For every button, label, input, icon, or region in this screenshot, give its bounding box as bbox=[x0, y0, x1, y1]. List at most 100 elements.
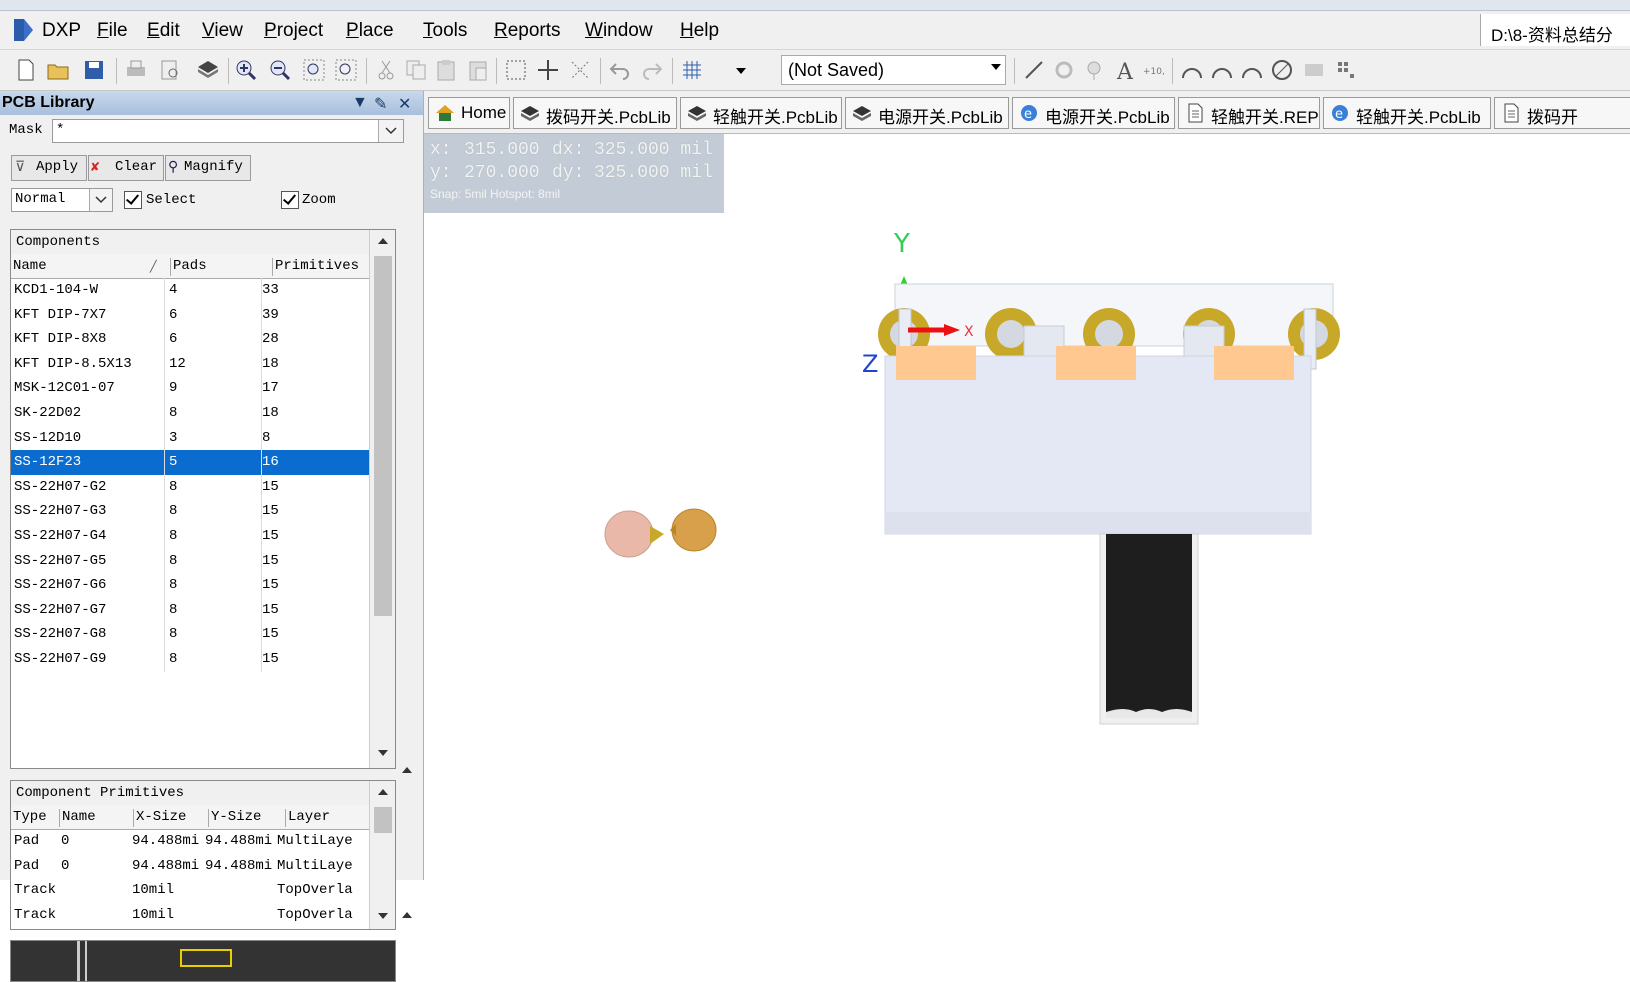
header-primitives[interactable]: Primitives bbox=[272, 258, 370, 276]
panel-menu-icon[interactable]: ▼ bbox=[352, 94, 368, 112]
zoom-in-icon[interactable] bbox=[234, 58, 258, 82]
mask-input[interactable]: * bbox=[52, 119, 404, 143]
scroll-up-icon[interactable] bbox=[378, 789, 388, 795]
component-row[interactable]: SS-12F23 5 16 bbox=[11, 450, 369, 476]
menu-reports[interactable]: Reports bbox=[494, 20, 561, 42]
apply-button[interactable]: ⊽ Apply bbox=[11, 155, 87, 181]
dxp-icon[interactable] bbox=[12, 18, 34, 42]
cut-icon[interactable] bbox=[374, 58, 398, 82]
scroll-up-icon[interactable] bbox=[378, 238, 388, 244]
menu-view[interactable]: View bbox=[202, 20, 243, 42]
component-row[interactable]: MSK-12C01-07 9 17 bbox=[11, 376, 369, 402]
header-y-size[interactable]: Y-Size bbox=[208, 809, 281, 827]
copy-icon[interactable] bbox=[404, 58, 428, 82]
component-row[interactable]: KFT DIP-8X8 6 28 bbox=[11, 327, 369, 353]
scroll-thumb[interactable] bbox=[374, 256, 392, 616]
place-line-icon[interactable] bbox=[1022, 58, 1046, 82]
tab-1[interactable]: 拨码开关.PcbLib bbox=[513, 97, 677, 129]
primitive-row[interactable]: Pad 0 94.488mi 94.488mi MultiLaye bbox=[11, 829, 369, 854]
component-row[interactable]: SS-22H07-G6 8 15 bbox=[11, 573, 369, 599]
pad-pair[interactable] bbox=[604, 508, 717, 558]
print-preview-icon[interactable] bbox=[158, 58, 182, 82]
arc-edge-icon[interactable] bbox=[1210, 58, 1234, 82]
component-row[interactable]: SS-22H07-G4 8 15 bbox=[11, 524, 369, 549]
undo-icon[interactable] bbox=[608, 58, 632, 82]
grid-icon[interactable] bbox=[680, 58, 704, 82]
primitive-row[interactable]: Pad 0 94.488mi 94.488mi MultiLaye bbox=[11, 854, 369, 879]
splitter-up-icon[interactable] bbox=[402, 912, 412, 918]
component-row[interactable]: SS-22H07-G2 8 15 bbox=[11, 474, 369, 500]
tab-6[interactable]: e 轻触开关.PcbLib bbox=[1323, 97, 1491, 129]
splitter-up-icon[interactable] bbox=[402, 767, 412, 773]
mode-select[interactable]: Normal bbox=[11, 188, 113, 212]
project-combo[interactable]: (Not Saved) bbox=[781, 55, 1006, 85]
primitives-scrollbar[interactable] bbox=[369, 781, 395, 929]
mask-dropdown[interactable] bbox=[378, 120, 403, 142]
header-name[interactable]: Name bbox=[59, 809, 132, 827]
component-row[interactable]: SS-12D10 3 8 bbox=[11, 425, 369, 451]
primitive-row[interactable]: Track 10mil TopOverla bbox=[11, 878, 369, 903]
new-document-icon[interactable] bbox=[14, 58, 38, 82]
place-string-icon[interactable]: A bbox=[1114, 58, 1138, 82]
place-coordinate-icon[interactable]: +10,10 bbox=[1142, 58, 1166, 82]
footprint-preview[interactable] bbox=[10, 940, 396, 982]
tab-0[interactable]: Home bbox=[428, 97, 510, 129]
arc-any-angle-icon[interactable] bbox=[1240, 58, 1264, 82]
zoom-out-icon[interactable] bbox=[268, 58, 292, 82]
menu-project[interactable]: Project bbox=[264, 20, 323, 42]
place-pad-icon[interactable] bbox=[1052, 58, 1076, 82]
scroll-thumb[interactable] bbox=[374, 807, 392, 833]
menu-file[interactable]: File bbox=[97, 20, 128, 42]
mode-dropdown[interactable] bbox=[89, 189, 112, 211]
zoom-fit-icon[interactable] bbox=[302, 58, 326, 82]
arc-center-icon[interactable] bbox=[1180, 58, 1204, 82]
tab-7[interactable]: 拨码开 bbox=[1494, 97, 1630, 129]
zoom-checkbox[interactable] bbox=[281, 191, 299, 209]
header-pads[interactable]: Pads bbox=[170, 258, 263, 276]
component-row[interactable]: KFT DIP-8.5X13 12 18 bbox=[11, 351, 369, 377]
move-icon[interactable] bbox=[536, 58, 560, 82]
menu-tools[interactable]: Tools bbox=[423, 20, 467, 42]
menu-edit[interactable]: Edit bbox=[147, 20, 180, 42]
close-icon[interactable]: ✕ bbox=[398, 94, 411, 114]
place-via-icon[interactable] bbox=[1082, 58, 1106, 82]
component-row[interactable]: KCD1-104-W 4 33 bbox=[11, 278, 369, 303]
full-circle-icon[interactable] bbox=[1270, 58, 1294, 82]
component-row[interactable]: SS-22H07-G9 8 15 bbox=[11, 647, 369, 672]
menu-dxp[interactable]: DXP bbox=[42, 20, 81, 42]
component-row[interactable]: SK-22D02 8 18 bbox=[11, 401, 369, 426]
magnify-button[interactable]: ⚲ Magnify bbox=[165, 155, 251, 181]
deselect-icon[interactable] bbox=[568, 58, 592, 82]
header-name[interactable]: Name bbox=[11, 258, 163, 276]
save-icon[interactable] bbox=[82, 58, 106, 82]
component-row[interactable]: SS-22H07-G8 8 15 bbox=[11, 622, 369, 648]
select-area-icon[interactable] bbox=[504, 58, 528, 82]
tab-5[interactable]: 轻触开关.REP bbox=[1178, 97, 1320, 129]
open-folder-icon[interactable] bbox=[46, 58, 70, 82]
tab-2[interactable]: 轻触开关.PcbLib bbox=[680, 97, 842, 129]
pin-icon[interactable]: ✎ bbox=[374, 94, 387, 114]
tab-4[interactable]: e 电源开关.PcbLib bbox=[1012, 97, 1175, 129]
component-row[interactable]: SS-22H07-G5 8 15 bbox=[11, 548, 369, 574]
array-paste-icon[interactable] bbox=[1334, 58, 1358, 82]
scroll-down-icon[interactable] bbox=[378, 750, 388, 756]
menu-window[interactable]: Window bbox=[585, 20, 653, 42]
paste-special-icon[interactable] bbox=[466, 58, 490, 82]
header-type[interactable]: Type bbox=[11, 809, 59, 827]
board-3d-icon[interactable] bbox=[196, 58, 220, 82]
pcb-canvas[interactable]: x: 315.000 dx: 325.000 mil y: 270.000 dy… bbox=[424, 134, 1630, 880]
menu-help[interactable]: Help bbox=[680, 20, 719, 42]
component-row[interactable]: SS-22H07-G3 8 15 bbox=[11, 499, 369, 525]
header-x-size[interactable]: X-Size bbox=[133, 809, 206, 827]
component-row[interactable]: KFT DIP-7X7 6 39 bbox=[11, 302, 369, 328]
menu-place[interactable]: Place bbox=[346, 20, 394, 42]
scroll-down-icon[interactable] bbox=[378, 913, 388, 919]
print-icon[interactable] bbox=[124, 58, 148, 82]
fill-icon[interactable] bbox=[1302, 58, 1326, 82]
zoom-area-icon[interactable] bbox=[334, 58, 358, 82]
select-checkbox[interactable] bbox=[124, 191, 142, 209]
paste-icon[interactable] bbox=[434, 58, 458, 82]
header-layer[interactable]: Layer bbox=[285, 809, 372, 827]
grid-dropdown-arrow-icon[interactable] bbox=[736, 68, 746, 74]
redo-icon[interactable] bbox=[640, 58, 664, 82]
